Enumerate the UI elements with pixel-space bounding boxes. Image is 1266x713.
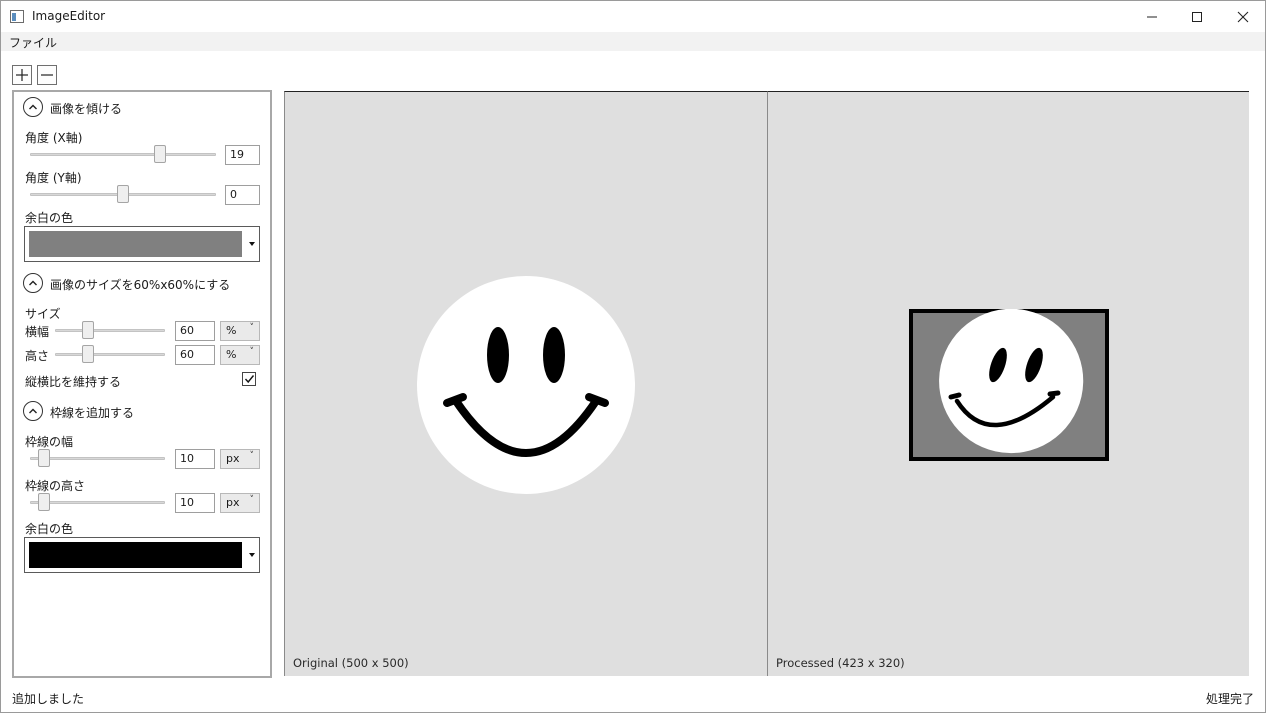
width-input[interactable]: 60	[175, 321, 215, 341]
border-height-label: 枠線の高さ	[25, 479, 86, 493]
skew-bg-color-combo[interactable]	[24, 226, 260, 262]
chevron-down-icon: ˅	[249, 347, 255, 357]
processed-smiley-image	[909, 309, 1109, 461]
window-title: ImageEditor	[32, 9, 106, 23]
angle-x-slider-track[interactable]	[30, 153, 216, 156]
chevron-down-icon: ˅	[249, 495, 255, 505]
angle-x-label: 角度 (X軸)	[25, 131, 83, 145]
border-width-label: 枠線の幅	[25, 435, 74, 449]
width-label: 横幅	[25, 325, 50, 339]
width-unit-value: %	[226, 324, 237, 337]
width-slider-thumb[interactable]	[82, 321, 94, 339]
menu-bar: ファイル	[1, 32, 1265, 51]
angle-y-input[interactable]: 0	[225, 185, 260, 205]
section-title-skew: 画像を傾ける	[50, 102, 123, 116]
original-smiley-image	[417, 276, 635, 494]
collapse-resize-button[interactable]	[23, 273, 43, 293]
border-height-unit-value: px	[226, 496, 240, 509]
keep-ratio-checkbox[interactable]	[242, 372, 256, 386]
border-height-unit-select[interactable]: px ˅	[220, 493, 260, 513]
angle-y-slider-thumb[interactable]	[117, 185, 129, 203]
maximize-icon	[1192, 11, 1202, 22]
height-unit-select[interactable]: % ˅	[220, 345, 260, 365]
height-slider-track[interactable]	[55, 353, 165, 356]
keep-ratio-label: 縦横比を維持する	[25, 375, 122, 389]
border-bg-color-label: 余白の色	[25, 522, 74, 536]
collapse-border-button[interactable]	[23, 401, 43, 421]
chevron-down-icon: ˅	[249, 323, 255, 333]
border-width-unit-select[interactable]: px ˅	[220, 449, 260, 469]
border-width-unit-value: px	[226, 452, 240, 465]
border-width-input[interactable]: 10	[175, 449, 215, 469]
angle-x-slider-thumb[interactable]	[153, 145, 166, 163]
original-preview: Original (500 x 500)	[284, 91, 767, 676]
collapse-skew-button[interactable]	[23, 97, 43, 117]
filter-panel: 画像を傾ける 角度 (X軸) 19 角度 (Y軸) 0 余白の色 画像のサイズを…	[12, 90, 272, 678]
skew-bg-color-label: 余白の色	[25, 211, 74, 225]
section-title-resize: 画像のサイズを60%x60%にする	[50, 278, 231, 292]
close-button[interactable]	[1220, 1, 1265, 32]
app-window-icon	[10, 10, 24, 23]
angle-y-label: 角度 (Y軸)	[25, 171, 82, 185]
minus-icon	[41, 74, 53, 76]
border-width-slider-thumb[interactable]	[38, 449, 50, 467]
image-editor-window: ImageEditor ファイル 画像を傾ける 角度 (X軸) 19 角度 (Y…	[0, 0, 1266, 713]
close-icon	[1237, 11, 1249, 22]
border-height-slider-track[interactable]	[30, 501, 165, 504]
processed-preview: Processed (423 x 320)	[767, 91, 1249, 676]
height-input[interactable]: 60	[175, 345, 215, 365]
dropdown-arrow-icon	[249, 553, 255, 557]
border-bg-color-combo[interactable]	[24, 537, 260, 573]
add-filter-button[interactable]	[12, 65, 32, 85]
title-bar[interactable]: ImageEditor	[1, 1, 1265, 32]
maximize-button[interactable]	[1174, 1, 1220, 32]
status-message: 追加しました	[12, 692, 85, 706]
chevron-up-icon	[29, 408, 37, 414]
width-slider-track[interactable]	[55, 329, 165, 332]
height-slider-thumb[interactable]	[82, 345, 94, 363]
angle-x-input[interactable]: 19	[225, 145, 260, 165]
skew-bg-color-swatch	[29, 231, 242, 257]
status-processing: 処理完了	[1205, 692, 1254, 706]
chevron-down-icon: ˅	[249, 451, 255, 461]
menu-file[interactable]: ファイル	[9, 34, 57, 51]
height-label: 高さ	[25, 349, 50, 363]
border-height-input[interactable]: 10	[175, 493, 215, 513]
remove-filter-button[interactable]	[37, 65, 57, 85]
size-label: サイズ	[25, 307, 61, 321]
chevron-up-icon	[29, 280, 37, 286]
processed-caption: Processed (423 x 320)	[776, 656, 905, 670]
width-unit-select[interactable]: % ˅	[220, 321, 260, 341]
minimize-icon	[1147, 16, 1157, 17]
chevron-up-icon	[29, 104, 37, 110]
original-caption: Original (500 x 500)	[293, 656, 409, 670]
section-title-border: 枠線を追加する	[50, 406, 135, 420]
border-height-slider-thumb[interactable]	[38, 493, 50, 511]
dropdown-arrow-icon	[249, 242, 255, 246]
height-unit-value: %	[226, 348, 237, 361]
minimize-button[interactable]	[1129, 1, 1175, 32]
plus-icon	[16, 69, 28, 81]
checkmark-icon	[244, 375, 254, 384]
border-bg-color-swatch	[29, 542, 242, 568]
border-width-slider-track[interactable]	[30, 457, 165, 460]
